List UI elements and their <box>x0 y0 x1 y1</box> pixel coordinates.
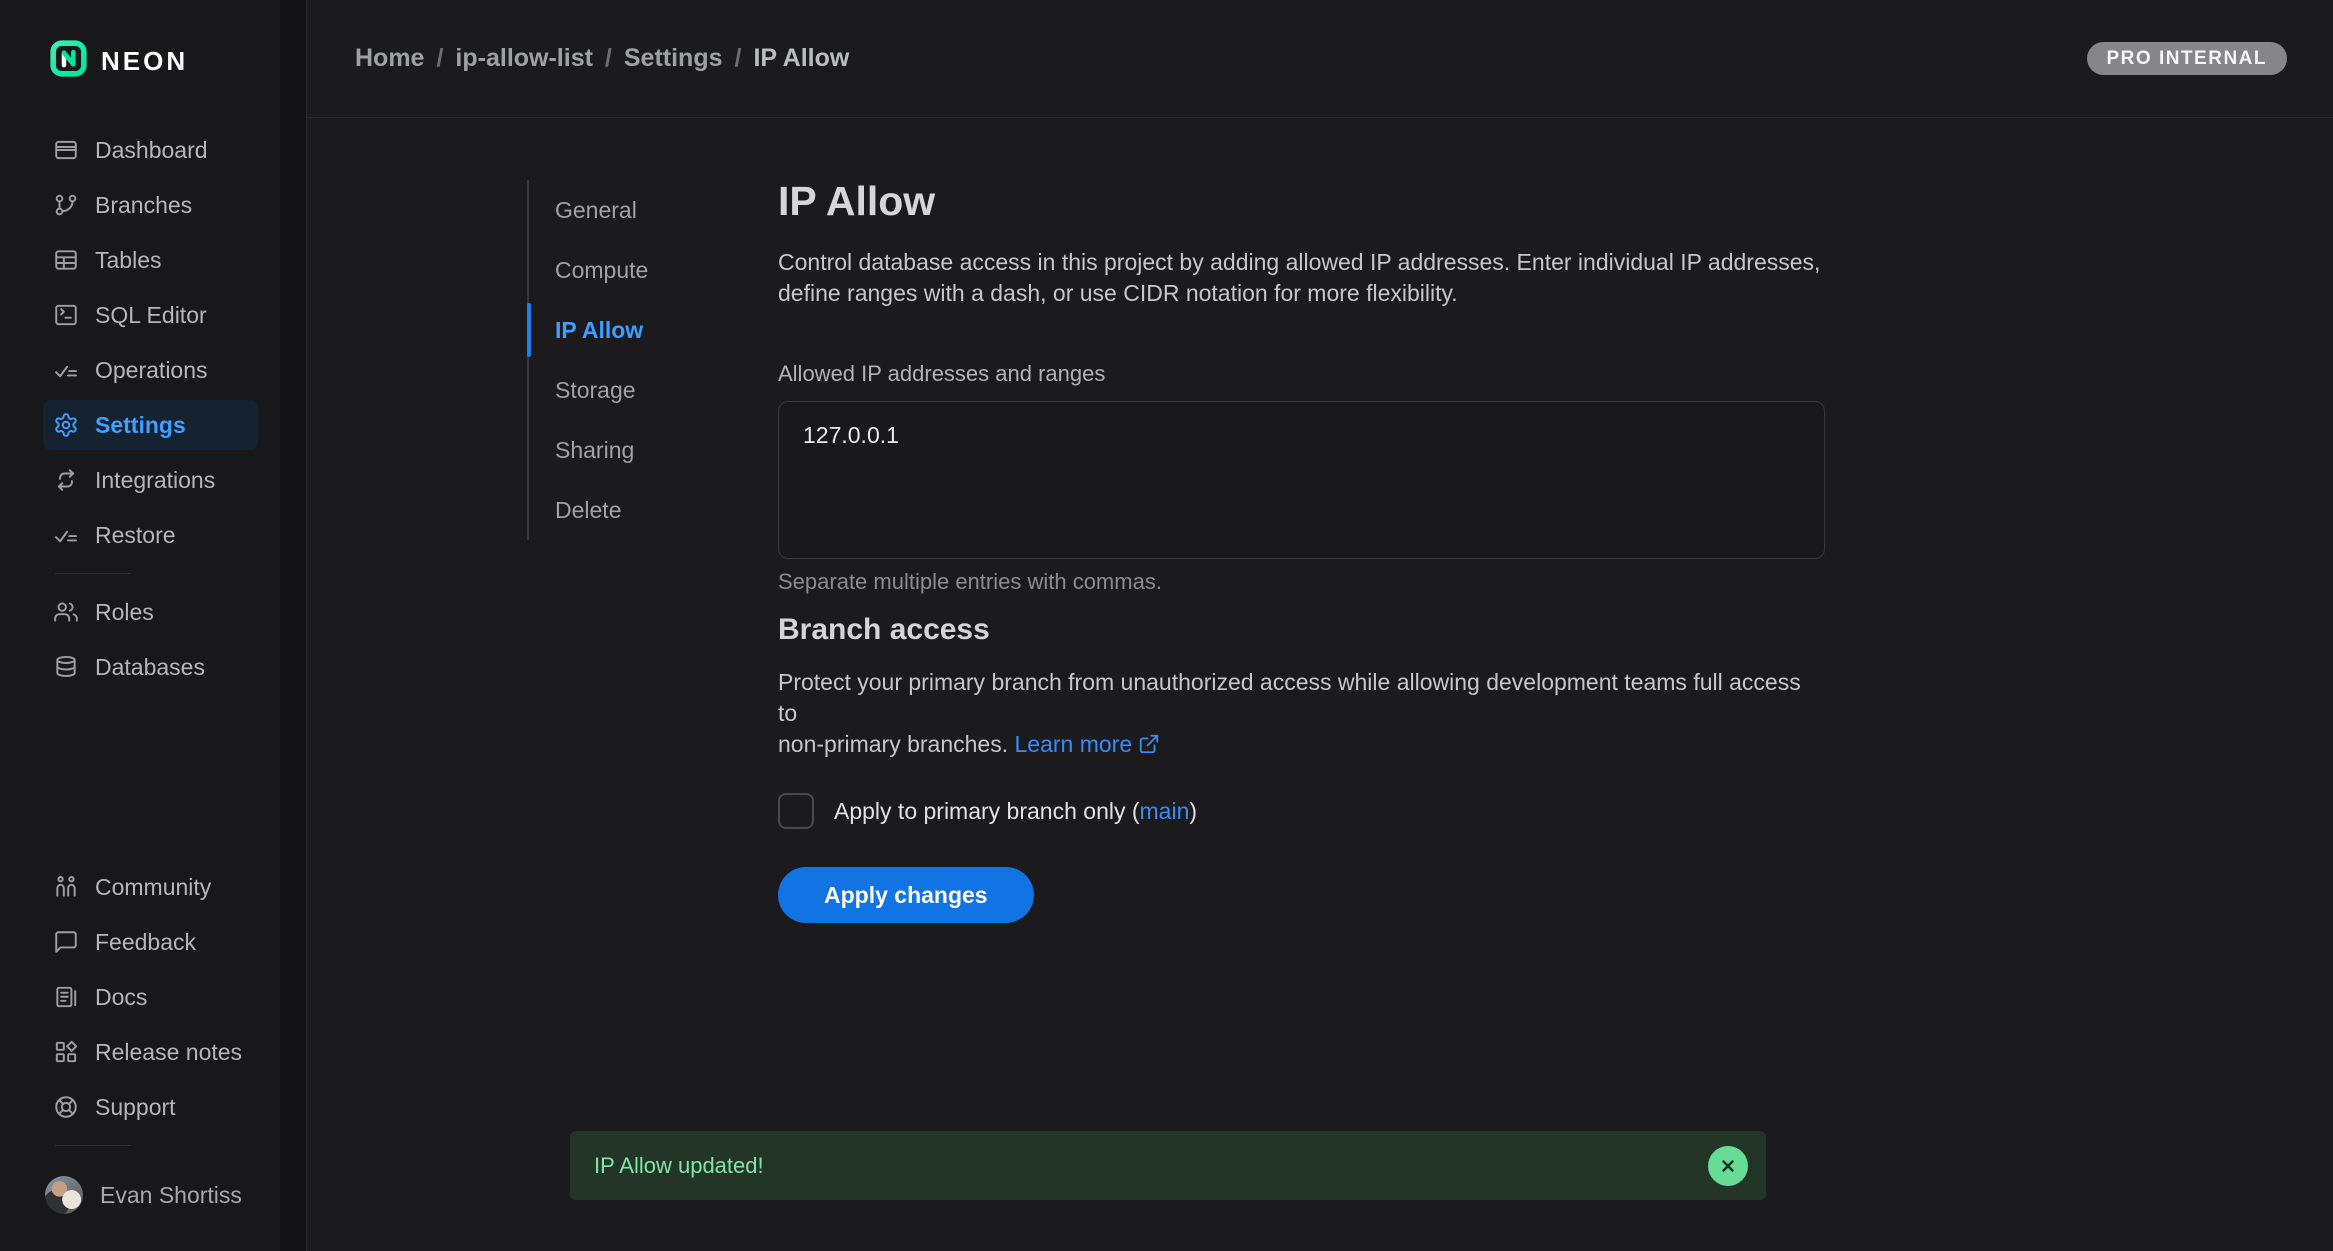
main-area: Home / ip-allow-list / Settings / IP All… <box>307 0 2333 1251</box>
users-icon <box>53 599 79 625</box>
sidebar-item-branches[interactable]: Branches <box>43 180 258 230</box>
breadcrumb-home[interactable]: Home <box>355 44 424 73</box>
sidebar-item-roles[interactable]: Roles <box>43 587 258 637</box>
integrations-icon <box>53 467 79 493</box>
checkbox-label-prefix: Apply to primary branch only ( <box>834 798 1140 824</box>
restore-icon <box>53 522 79 548</box>
toast-close-button[interactable] <box>1708 1146 1748 1186</box>
top-bar: Home / ip-allow-list / Settings / IP All… <box>307 0 2333 118</box>
settings-tab-general[interactable]: General <box>529 180 778 240</box>
sidebar-item-community[interactable]: Community <box>43 862 258 912</box>
sidebar-item-label: Feedback <box>95 929 196 956</box>
app-window: NEON Dashboard Branches Tables SQL Edito… <box>0 0 2333 1251</box>
close-icon <box>1719 1157 1737 1175</box>
toast-notification: IP Allow updated! <box>570 1131 1766 1200</box>
document-icon <box>53 984 79 1010</box>
primary-branch-row: Apply to primary branch only (main) <box>778 793 1825 829</box>
breadcrumb-settings[interactable]: Settings <box>624 44 723 73</box>
sidebar-item-label: Release notes <box>95 1039 242 1066</box>
sidebar-item-label: Databases <box>95 654 205 681</box>
main-branch-link[interactable]: main <box>1140 798 1190 824</box>
speech-bubble-icon <box>53 929 79 955</box>
breadcrumb: Home / ip-allow-list / Settings / IP All… <box>355 44 849 73</box>
sidebar-item-restore[interactable]: Restore <box>43 510 258 560</box>
learn-more-link[interactable]: Learn more <box>1015 731 1133 757</box>
settings-content: General Compute IP Allow Storage Sharing… <box>307 118 2333 1251</box>
sidebar-item-settings[interactable]: Settings <box>43 400 258 450</box>
user-name: Evan Shortiss <box>100 1182 242 1209</box>
sidebar-item-label: Support <box>95 1094 176 1121</box>
sidebar-item-label: Operations <box>95 357 208 384</box>
branch-access-text: Protect your primary branch from unautho… <box>778 669 1801 757</box>
allowed-ips-label: Allowed IP addresses and ranges <box>778 361 1825 387</box>
community-icon <box>53 874 79 900</box>
sidebar-item-docs[interactable]: Docs <box>43 972 258 1022</box>
release-notes-icon <box>53 1039 79 1065</box>
settings-tab-ip-allow[interactable]: IP Allow <box>529 300 778 360</box>
sidebar-item-label: Docs <box>95 984 147 1011</box>
sidebar-item-tables[interactable]: Tables <box>43 235 258 285</box>
avatar <box>45 1176 83 1214</box>
page-title: IP Allow <box>778 178 1825 225</box>
breadcrumb-current: IP Allow <box>753 44 849 73</box>
settings-tab-delete[interactable]: Delete <box>529 480 778 540</box>
sidebar-item-label: Branches <box>95 192 192 219</box>
git-branch-icon <box>53 192 79 218</box>
sidebar-item-dashboard[interactable]: Dashboard <box>43 125 258 175</box>
apply-changes-button[interactable]: Apply changes <box>778 867 1034 923</box>
breadcrumb-separator: / <box>735 44 742 73</box>
sidebar-item-integrations[interactable]: Integrations <box>43 455 258 505</box>
sidebar-item-operations[interactable]: Operations <box>43 345 258 395</box>
sidebar-item-databases[interactable]: Databases <box>43 642 258 692</box>
sidebar: NEON Dashboard Branches Tables SQL Edito… <box>0 0 307 1251</box>
sidebar-item-feedback[interactable]: Feedback <box>43 917 258 967</box>
page-description: Control database access in this project … <box>778 247 1825 309</box>
user-menu[interactable]: Evan Shortiss <box>43 1170 306 1220</box>
sidebar-item-label: Tables <box>95 247 161 274</box>
sidebar-item-release-notes[interactable]: Release notes <box>43 1027 258 1077</box>
sidebar-item-label: Roles <box>95 599 154 626</box>
brand-logo[interactable]: NEON <box>0 0 306 82</box>
allowed-ips-helper: Separate multiple entries with commas. <box>778 569 1825 595</box>
sidebar-item-label: Restore <box>95 522 176 549</box>
sidebar-footer: Community Feedback Docs Release notes Su… <box>0 862 306 1251</box>
checkbox-label-suffix: ) <box>1189 798 1197 824</box>
brand-name: NEON <box>101 46 188 77</box>
breadcrumb-separator: / <box>436 44 443 73</box>
sidebar-divider <box>55 1145 131 1146</box>
sidebar-nav: Dashboard Branches Tables SQL Editor Ope… <box>0 125 306 697</box>
primary-branch-label[interactable]: Apply to primary branch only (main) <box>834 798 1197 825</box>
allowed-ips-input[interactable]: 127.0.0.1 <box>778 401 1825 559</box>
breadcrumb-separator: / <box>605 44 612 73</box>
life-buoy-icon <box>53 1094 79 1120</box>
terminal-icon <box>53 302 79 328</box>
branch-access-title: Branch access <box>778 613 1825 647</box>
toast-message: IP Allow updated! <box>594 1153 764 1179</box>
database-icon <box>53 654 79 680</box>
sidebar-item-support[interactable]: Support <box>43 1082 258 1132</box>
sidebar-item-label: Community <box>95 874 211 901</box>
pro-internal-badge: PRO INTERNAL <box>2087 42 2288 75</box>
neon-logo-icon <box>50 40 87 82</box>
gear-icon <box>53 412 79 438</box>
branch-access-description: Protect your primary branch from unautho… <box>778 667 1825 763</box>
breadcrumb-project[interactable]: ip-allow-list <box>455 44 593 73</box>
primary-branch-checkbox[interactable] <box>778 793 814 829</box>
sidebar-item-label: Integrations <box>95 467 215 494</box>
dashboard-icon <box>53 137 79 163</box>
checklist-icon <box>53 357 79 383</box>
settings-tab-sharing[interactable]: Sharing <box>529 420 778 480</box>
external-link-icon <box>1138 732 1160 763</box>
sidebar-divider <box>55 573 131 574</box>
settings-tab-compute[interactable]: Compute <box>529 240 778 300</box>
sidebar-item-label: Settings <box>95 412 186 439</box>
table-icon <box>53 247 79 273</box>
sidebar-item-label: SQL Editor <box>95 302 207 329</box>
ip-allow-panel: IP Allow Control database access in this… <box>778 118 1825 1251</box>
sidebar-item-label: Dashboard <box>95 137 208 164</box>
sidebar-item-sql-editor[interactable]: SQL Editor <box>43 290 258 340</box>
settings-tab-storage[interactable]: Storage <box>529 360 778 420</box>
settings-subnav: General Compute IP Allow Storage Sharing… <box>527 118 778 1251</box>
